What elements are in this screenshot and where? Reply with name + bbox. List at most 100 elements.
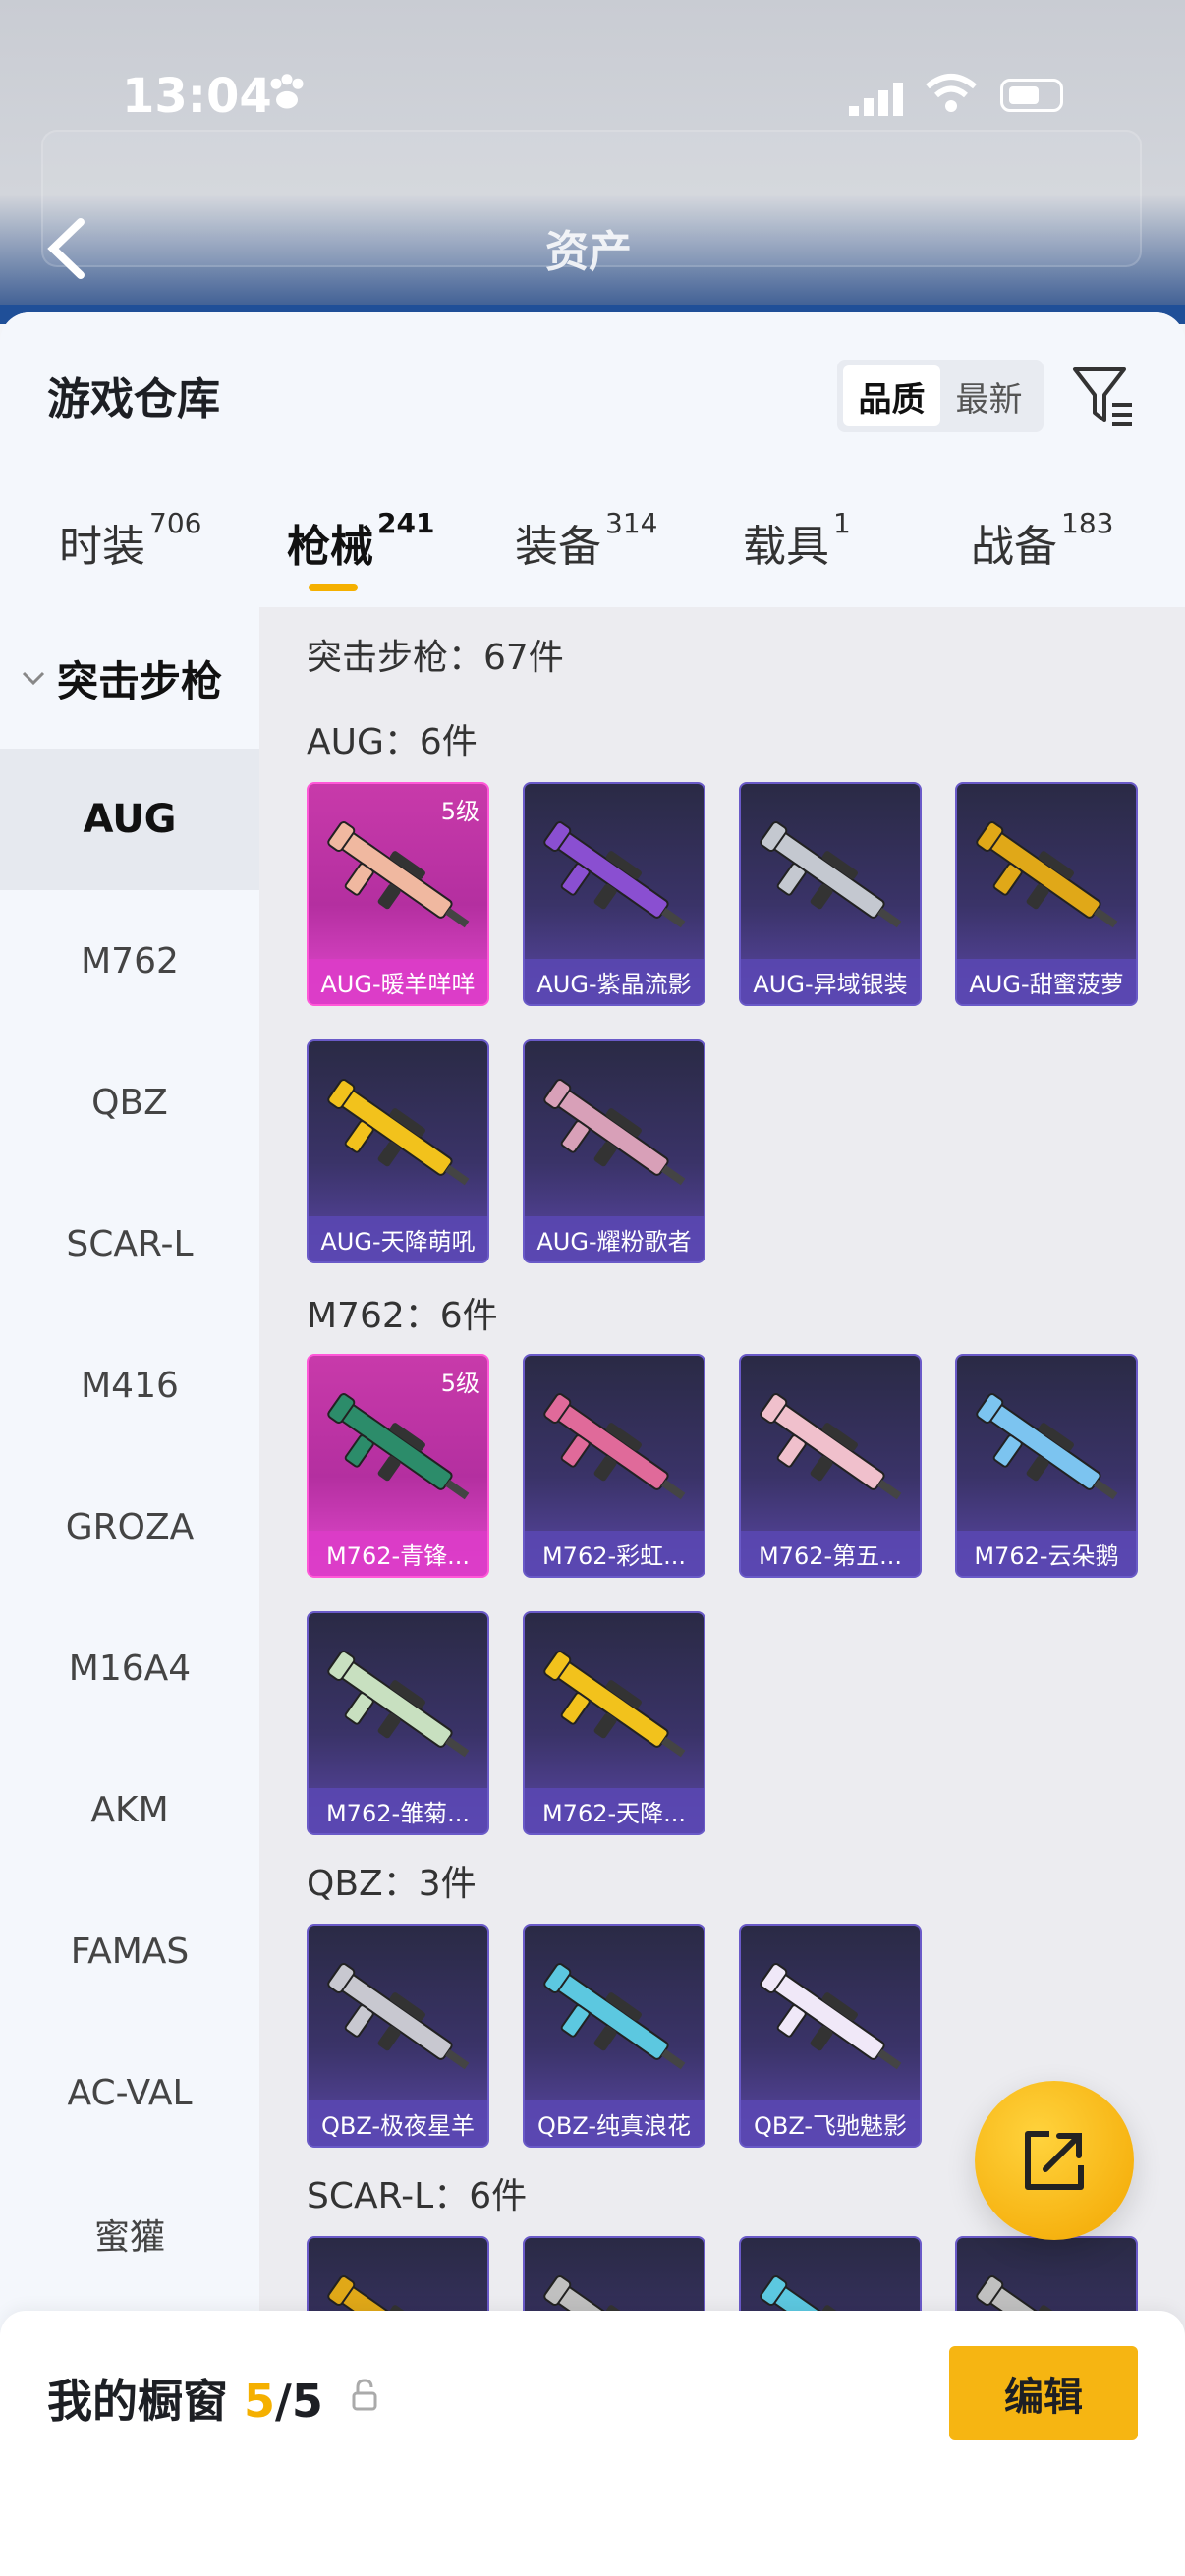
paw-icon (270, 74, 304, 109)
edit-button[interactable]: 编辑 (949, 2346, 1138, 2440)
section-label-scar-l: SCAR-L：6件 (307, 2176, 528, 2216)
gun-image (760, 1963, 902, 2070)
back-arrow-icon[interactable] (39, 214, 98, 283)
showcase-title: 我的橱窗 (47, 2375, 228, 2428)
weapon-card[interactable]: QBZ-纯真浪花 (523, 1924, 705, 2148)
weapon-card[interactable]: AUG-紫晶流影 (523, 782, 705, 1006)
active-tab-indicator (309, 584, 358, 591)
weapon-name: AUG-耀粉歌者 (525, 1216, 704, 1261)
page-title-ghost: 资产 (545, 227, 632, 277)
tab-count: 183 (1061, 507, 1114, 539)
gun-image (543, 1651, 686, 1758)
battery-icon (1000, 79, 1063, 112)
weapon-grid: 突击步枪：67件 AUG：6件 M762：6件 QBZ：3件 SCAR-L：6件… (259, 607, 1185, 2576)
weapon-card[interactable]: 5级 AUG-暖羊咩咩 (307, 782, 489, 1006)
tab-label: 装备 (515, 522, 601, 572)
weapon-name: M762-青锋... (309, 1531, 487, 1576)
tab-count: 241 (377, 507, 435, 539)
showcase-total: /5 (275, 2375, 323, 2428)
sidebar-item-qbz[interactable]: QBZ (0, 1032, 259, 1173)
gun-image (976, 821, 1118, 928)
gun-image (760, 821, 902, 928)
weapon-card[interactable]: M762-第五... (739, 1354, 922, 1578)
gun-image (327, 1963, 470, 2070)
sidebar-category[interactable]: 突击步枪 (0, 607, 259, 749)
sidebar-item-famas[interactable]: FAMAS (0, 1880, 259, 2022)
warehouse-sheet: 游戏仓库 品质 最新 时装 706 枪械 241 装备 314 载具 1 战备 183 (0, 312, 1185, 2576)
tab-count: 314 (605, 507, 658, 539)
tab-supplies[interactable]: 战备 183 (971, 507, 1113, 574)
weapon-card[interactable]: QBZ-极夜星羊 (307, 1924, 489, 2148)
weapon-card[interactable]: AUG-甜蜜菠萝 (955, 782, 1138, 1006)
gun-image (543, 821, 686, 928)
weapon-name: QBZ-极夜星羊 (309, 2100, 487, 2146)
lock-icon (352, 2379, 377, 2411)
share-icon (1025, 2131, 1084, 2190)
section-label-qbz: QBZ：3件 (307, 1864, 477, 1904)
sidebar-item-honey-badger[interactable]: 蜜獾 (0, 2163, 259, 2305)
weapon-sidebar: 突击步枪 AUG M762 QBZ SCAR-L M416 GROZA M16A… (0, 607, 259, 2576)
weapon-name: M762-彩虹... (525, 1531, 704, 1576)
sidebar-item-ac-val[interactable]: AC-VAL (0, 2022, 259, 2163)
status-time: 13:04 (122, 69, 272, 124)
top-background: 13:04 资产 (0, 0, 1185, 324)
chevron-down-icon (22, 671, 45, 686)
sidebar-item-aug[interactable]: AUG (0, 749, 259, 890)
showcase-label: 我的橱窗 5/5 (47, 2366, 323, 2431)
total-count-label: 突击步枪：67件 (307, 638, 564, 678)
weapon-card[interactable]: M762-天降... (523, 1611, 705, 1835)
tab-count: 1 (833, 507, 851, 539)
tab-guns[interactable]: 枪械 241 (287, 507, 434, 574)
share-button[interactable] (975, 2081, 1134, 2240)
tab-count: 706 (149, 507, 202, 539)
weapon-card[interactable]: QBZ-飞驰魅影 (739, 1924, 922, 2148)
weapon-name: M762-第五... (741, 1531, 920, 1576)
gun-image (327, 821, 470, 928)
sidebar-item-m416[interactable]: M416 (0, 1315, 259, 1456)
weapon-card[interactable]: AUG-天降萌吼 (307, 1039, 489, 1263)
sidebar-item-akm[interactable]: AKM (0, 1739, 259, 1880)
tab-label: 枪械 (287, 522, 373, 572)
weapon-card[interactable]: AUG-异域银装 (739, 782, 922, 1006)
sidebar-item-m762[interactable]: M762 (0, 890, 259, 1032)
weapon-name: M762-雏菊... (309, 1788, 487, 1833)
weapon-card[interactable]: M762-云朵鹅 (955, 1354, 1138, 1578)
tab-equipment[interactable]: 装备 314 (515, 507, 657, 574)
sidebar-item-groza[interactable]: GROZA (0, 1456, 259, 1597)
weapon-name: AUG-天降萌吼 (309, 1216, 487, 1261)
gun-image (327, 1651, 470, 1758)
gun-image (543, 1393, 686, 1500)
gun-image (327, 1079, 470, 1186)
showcase-count: 5 (244, 2375, 276, 2428)
gun-image (760, 1393, 902, 1500)
wifi-icon (926, 74, 977, 112)
gun-image (543, 1079, 686, 1186)
sidebar-item-m16a4[interactable]: M16A4 (0, 1597, 259, 1739)
weapon-card[interactable]: M762-雏菊... (307, 1611, 489, 1835)
tab-vehicles[interactable]: 载具 1 (743, 507, 851, 574)
gun-image (543, 1963, 686, 2070)
page-title: 游戏仓库 (47, 374, 220, 424)
weapon-name: M762-天降... (525, 1788, 704, 1833)
weapon-name: AUG-异域银装 (741, 959, 920, 1004)
showcase-bar: 我的橱窗 5/5 编辑 (0, 2311, 1185, 2576)
weapon-card[interactable]: 5级 M762-青锋... (307, 1354, 489, 1578)
tab-label: 时装 (59, 522, 145, 572)
tab-fashion[interactable]: 时装 706 (59, 507, 201, 574)
signal-icon (849, 83, 903, 116)
weapon-card[interactable]: AUG-耀粉歌者 (523, 1039, 705, 1263)
sidebar-category-label: 突击步枪 (57, 656, 223, 705)
weapon-name: AUG-甜蜜菠萝 (957, 959, 1136, 1004)
weapon-card[interactable]: M762-彩虹... (523, 1354, 705, 1578)
tab-label: 载具 (743, 522, 829, 572)
section-label-m762: M762：6件 (307, 1296, 498, 1336)
tab-label: 战备 (971, 522, 1057, 572)
sort-latest-button[interactable]: 最新 (940, 365, 1038, 426)
sidebar-item-scar-l[interactable]: SCAR-L (0, 1173, 259, 1315)
weapon-name: AUG-紫晶流影 (525, 959, 704, 1004)
weapon-name: QBZ-纯真浪花 (525, 2100, 704, 2146)
sort-quality-button[interactable]: 品质 (843, 365, 940, 426)
weapon-name: QBZ-飞驰魅影 (741, 2100, 920, 2146)
weapon-level: 5级 (440, 1370, 480, 1397)
filter-icon[interactable] (1069, 362, 1138, 430)
